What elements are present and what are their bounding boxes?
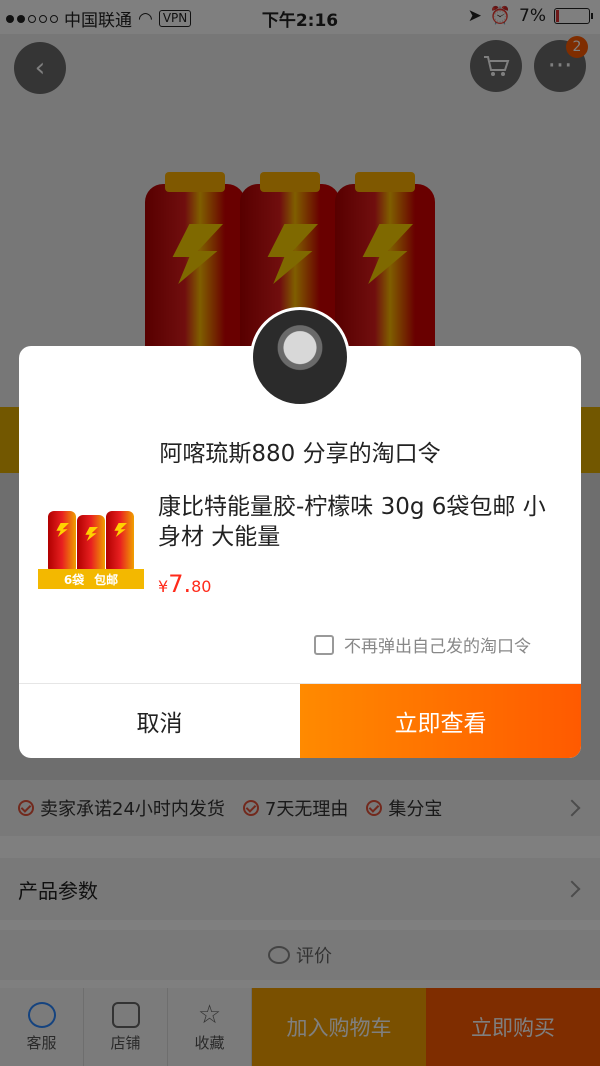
thumb-strip: 6袋 包邮 [38, 569, 144, 589]
price-integer: 7. [168, 570, 192, 598]
dont-show-again-label: 不再弹出自己发的淘口令 [344, 637, 531, 657]
sharer-avatar [250, 307, 350, 407]
product-price: ¥7.80 [158, 570, 211, 598]
share-title: 阿喀琉斯880 分享的淘口令 [159, 441, 441, 467]
product-title: 康比特能量胶-柠檬味 30g 6袋包邮 小身材 大能量 [158, 494, 546, 550]
cancel-button[interactable]: 取消 [19, 684, 300, 758]
price-decimal: 80 [191, 577, 212, 596]
price-symbol: ¥ [158, 577, 169, 596]
thumb-text: 包邮 [94, 572, 119, 587]
dont-show-again-checkbox[interactable] [314, 634, 334, 655]
product-thumbnail: 6袋 包邮 [38, 507, 144, 589]
dont-show-again-option[interactable]: 不再弹出自己发的淘口令 [314, 632, 531, 657]
view-now-button[interactable]: 立即查看 [300, 684, 581, 758]
thumb-text: 6袋 [63, 572, 85, 587]
